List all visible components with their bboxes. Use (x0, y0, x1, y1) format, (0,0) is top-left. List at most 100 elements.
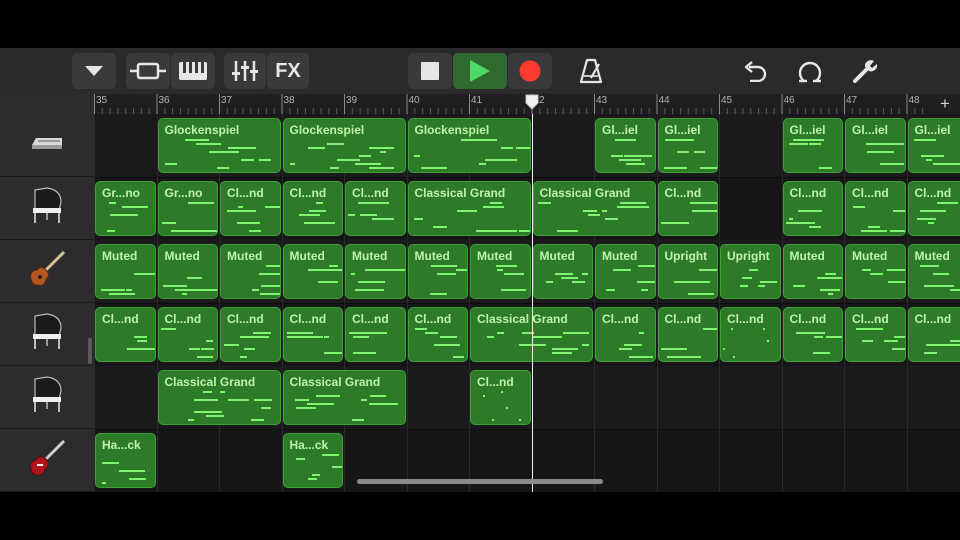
bar-number: 41 (471, 95, 483, 106)
region-label: Gl...iel (914, 123, 951, 137)
header-resize-handle[interactable] (88, 338, 92, 364)
undo-button[interactable] (738, 53, 772, 89)
midi-note (943, 163, 960, 165)
region[interactable]: Muted (220, 244, 281, 299)
region[interactable]: Muted (282, 244, 343, 299)
fx-button[interactable]: FX (267, 53, 309, 89)
mixer-button[interactable] (224, 53, 266, 89)
midi-note (307, 147, 325, 149)
region[interactable]: Cl...nd (95, 307, 156, 362)
region[interactable]: Muted (907, 244, 960, 299)
track-header[interactable] (0, 177, 94, 240)
midi-note (479, 163, 486, 165)
region[interactable]: Ha...ck (282, 433, 343, 488)
midi-note (224, 344, 240, 346)
region[interactable]: Muted (95, 244, 156, 299)
region[interactable]: Cl...nd (345, 307, 406, 362)
region[interactable]: Classical Grand (157, 370, 281, 425)
region[interactable]: Cl...nd (157, 307, 218, 362)
metronome-button[interactable] (574, 53, 608, 89)
playhead[interactable] (531, 114, 533, 492)
keyboard-button[interactable] (171, 53, 215, 89)
midi-note (240, 336, 269, 338)
loop-browser-button[interactable] (792, 53, 828, 89)
midi-note (581, 273, 589, 275)
region[interactable]: Cl...nd (845, 307, 906, 362)
region[interactable]: Cl...nd (720, 307, 781, 362)
region[interactable]: Cl...nd (220, 307, 281, 362)
playhead-handle[interactable] (525, 94, 539, 110)
region[interactable]: Ha...ck (95, 433, 156, 488)
midi-note (497, 332, 504, 334)
browser-menu-button[interactable] (72, 53, 116, 89)
region[interactable]: Gl...iel (657, 118, 718, 173)
add-section-button[interactable]: + (930, 94, 960, 114)
region[interactable]: Cl...nd (595, 307, 656, 362)
region[interactable]: Cl...nd (220, 181, 281, 236)
track-header[interactable] (0, 429, 94, 492)
midi-note (878, 151, 891, 153)
region[interactable]: Upright (657, 244, 718, 299)
region-label: Muted (289, 249, 325, 263)
region[interactable]: Cl...nd (282, 307, 343, 362)
region[interactable]: Glockenspiel (157, 118, 281, 173)
track-header[interactable] (0, 303, 94, 366)
midi-note (453, 356, 465, 358)
region[interactable]: Gl...iel (782, 118, 843, 173)
region[interactable]: Classical Grand (282, 370, 406, 425)
midi-note (227, 399, 249, 401)
region[interactable]: Cl...nd (845, 181, 906, 236)
region[interactable]: Gl...iel (907, 118, 960, 173)
region[interactable]: Glockenspiel (282, 118, 406, 173)
tracks-area[interactable]: Glockenspiel Glockenspiel Glockenspiel Gl..… (94, 114, 960, 492)
region[interactable]: Upright (720, 244, 781, 299)
region[interactable]: Muted (345, 244, 406, 299)
region[interactable]: Cl...nd (470, 370, 531, 425)
region-label: Muted (477, 249, 513, 263)
midi-note (237, 206, 244, 208)
region[interactable]: Cl...nd (407, 307, 468, 362)
midi-note (355, 289, 384, 291)
record-button[interactable] (508, 53, 552, 89)
midi-note (667, 356, 681, 358)
midi-note (552, 348, 578, 350)
region[interactable]: Muted (470, 244, 531, 299)
region[interactable]: Classical Grand (532, 181, 656, 236)
region[interactable]: Glockenspiel (407, 118, 531, 173)
region[interactable]: Cl...nd (657, 181, 718, 236)
midi-note (817, 277, 843, 279)
region[interactable]: Gr...no (95, 181, 156, 236)
midi-note (940, 344, 960, 346)
region[interactable]: Muted (782, 244, 843, 299)
play-button[interactable] (453, 53, 507, 89)
region[interactable]: Muted (595, 244, 656, 299)
stop-button[interactable] (408, 53, 452, 89)
track-header[interactable] (0, 366, 94, 429)
bar-number: 37 (221, 95, 233, 106)
region[interactable]: Gl...iel (845, 118, 906, 173)
midi-note (474, 139, 490, 141)
track-header[interactable] (0, 114, 94, 177)
region[interactable]: Muted (407, 244, 468, 299)
region[interactable]: Cl...nd (282, 181, 343, 236)
track-header[interactable] (0, 240, 94, 303)
region[interactable]: Gl...iel (595, 118, 656, 173)
region[interactable]: Muted (532, 244, 593, 299)
settings-button[interactable] (848, 53, 882, 89)
region[interactable]: Cl...nd (345, 181, 406, 236)
region[interactable]: Gr...no (157, 181, 218, 236)
region[interactable]: Cl...nd (782, 307, 843, 362)
region[interactable]: Cl...nd (657, 307, 718, 362)
region[interactable]: Muted (845, 244, 906, 299)
midi-note (206, 415, 224, 417)
region[interactable]: Classical Grand (407, 181, 531, 236)
tracks-view-button[interactable] (126, 53, 170, 89)
fx-label: FX (275, 59, 301, 82)
midi-note (196, 143, 222, 145)
region[interactable]: Cl...nd (907, 307, 960, 362)
region[interactable]: Muted (157, 244, 218, 299)
horizontal-scrollbar[interactable] (357, 479, 603, 484)
region[interactable]: Cl...nd (782, 181, 843, 236)
region-label: Glockenspiel (289, 123, 365, 137)
region[interactable]: Cl...nd (907, 181, 960, 236)
